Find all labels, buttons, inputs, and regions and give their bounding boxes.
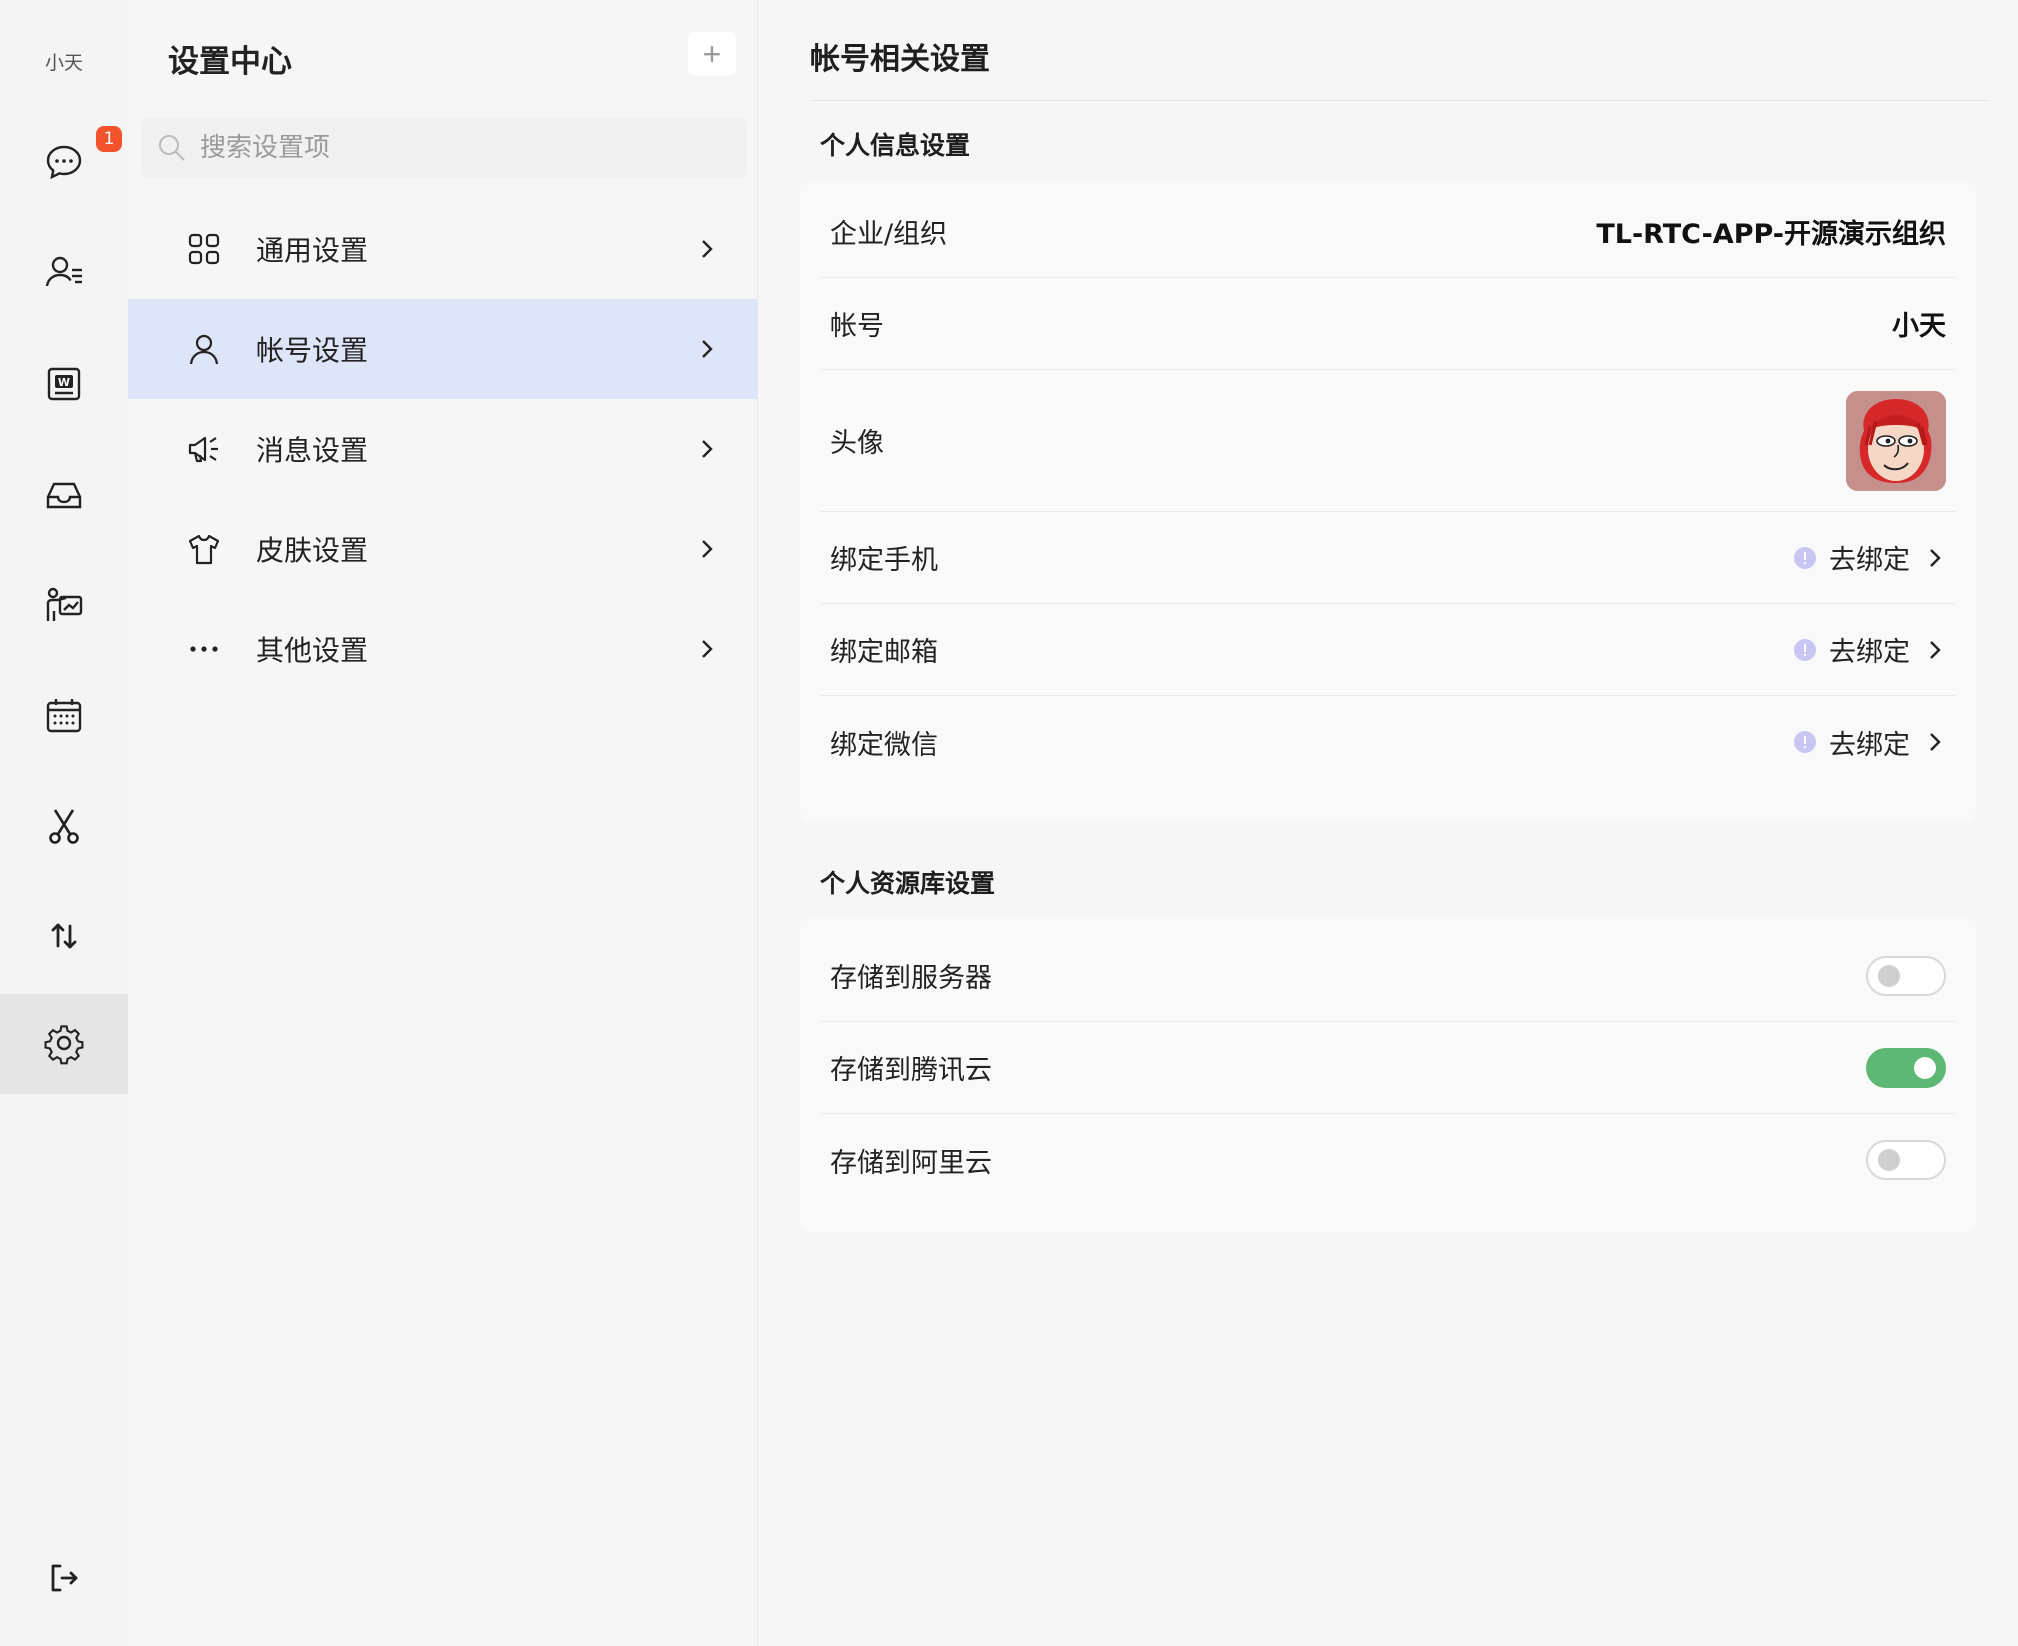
info-icon [1794, 546, 1816, 569]
rail-user-name: 小天 [44, 52, 83, 74]
bind-wechat-row: 绑定微信 去绑定 [820, 696, 1956, 788]
account-row: 帐号 小天 [820, 278, 1956, 370]
unread-badge: 1 [96, 126, 122, 152]
storage-aliyun-row: 存储到阿里云 [820, 1114, 1956, 1206]
chevron-right-icon [702, 640, 713, 658]
chevron-right-icon [1930, 640, 1941, 659]
section-title-personal: 个人信息设置 [820, 131, 971, 160]
scissors-icon [49, 809, 79, 844]
storage-aliyun-label: 存储到阿里云 [830, 1147, 992, 1179]
app-window: 小天 1 W 设置中心 + 搜索设置项 通用设置 帐号设置 消息设置 皮肤设置 … [0, 0, 2018, 1646]
avatar-row: 头像 [820, 370, 1956, 512]
search-input[interactable] [200, 133, 720, 163]
bind-wechat-label: 绑定微信 [830, 729, 938, 761]
menu-item-messages[interactable]: 消息设置 [128, 399, 758, 499]
logout-icon [51, 1564, 78, 1592]
rail-item-transfer[interactable] [0, 886, 128, 986]
page-title: 帐号相关设置 [810, 42, 990, 77]
account-settings-panel: 帐号相关设置 个人信息设置 企业/组织 TL-RTC-APP-开源演示组织 帐号… [760, 0, 2018, 1646]
storage-tencent-toggle[interactable] [1866, 1047, 1946, 1088]
settings-menu: 设置中心 + 通用设置 帐号设置 [128, 0, 758, 1646]
toggle-knob [1878, 964, 1900, 987]
transfer-icon [51, 923, 77, 949]
bind-email-button[interactable]: 去绑定 [1793, 630, 1946, 669]
menu-item-label: 其他设置 [256, 634, 369, 667]
storage-server-label: 存储到服务器 [830, 963, 992, 994]
more-dots-icon [190, 646, 218, 652]
menu-item-account[interactable]: 帐号设置 [128, 299, 758, 399]
storage-server-row: 存储到服务器 [820, 930, 1956, 1022]
gear-icon [44, 1025, 84, 1065]
section-title-storage: 个人资源库设置 [820, 869, 996, 898]
org-value: TL-RTC-APP-开源演示组织 [1596, 219, 1946, 250]
megaphone-icon [188, 436, 218, 463]
rail-item-inbox[interactable] [0, 445, 128, 545]
menu-item-label: 通用设置 [256, 234, 369, 267]
inbox-icon [46, 482, 82, 509]
account-label: 帐号 [830, 311, 884, 342]
rail-item-logout[interactable] [0, 1528, 128, 1628]
icon-rail: 小天 1 W [0, 0, 128, 1646]
bind-email-row: 绑定邮箱 去绑定 [820, 604, 1956, 696]
menu-item-general[interactable]: 通用设置 [128, 199, 758, 299]
org-label: 企业/组织 [830, 219, 948, 250]
chevron-right-icon [702, 540, 713, 558]
account-value: 小天 [1892, 311, 1946, 342]
rail-item-calendar[interactable] [0, 666, 128, 766]
rail-item-docs[interactable]: W [0, 334, 128, 434]
toggle-knob [1878, 1149, 1900, 1171]
menu-item-label: 消息设置 [256, 434, 369, 467]
divider [810, 100, 1990, 101]
user-icon [189, 334, 219, 365]
storage-tencent-row: 存储到腾讯云 [820, 1022, 1956, 1114]
settings-center-title: 设置中心 [168, 44, 292, 80]
storage-card: 存储到服务器 存储到腾讯云 存储到阿里云 [800, 918, 1976, 1232]
org-row: 企业/组织 TL-RTC-APP-开源演示组织 [820, 186, 1956, 278]
contacts-icon [45, 256, 82, 287]
rail-item-settings[interactable] [0, 994, 128, 1094]
storage-aliyun-toggle[interactable] [1866, 1140, 1946, 1180]
chat-icon [46, 145, 82, 180]
avatar-label: 头像 [830, 428, 884, 459]
add-button[interactable]: + [688, 32, 736, 76]
chevron-right-icon [1930, 548, 1941, 567]
info-icon [1794, 731, 1816, 753]
search-icon [159, 135, 185, 161]
bind-action-label: 去绑定 [1829, 729, 1910, 761]
personal-info-card: 企业/组织 TL-RTC-APP-开源演示组织 帐号 小天 头像 绑定手机 去绑… [800, 182, 1976, 822]
storage-tencent-label: 存储到腾讯云 [830, 1055, 992, 1086]
rail-item-scissors[interactable] [0, 776, 128, 876]
avatar-image [1846, 390, 1946, 491]
svg-text:W: W [58, 376, 70, 389]
storage-server-toggle[interactable] [1866, 955, 1946, 996]
bind-action-label: 去绑定 [1829, 545, 1910, 576]
bind-action-label: 去绑定 [1829, 637, 1910, 668]
presentation-icon [46, 587, 83, 621]
bind-phone-row: 绑定手机 去绑定 [820, 512, 1956, 604]
rail-item-presentation[interactable] [0, 555, 128, 655]
chevron-right-icon [702, 240, 713, 258]
info-icon [1794, 638, 1816, 661]
toggle-knob [1914, 1056, 1936, 1079]
bind-phone-label: 绑定手机 [830, 545, 938, 576]
shirt-icon [188, 534, 220, 565]
avatar[interactable] [1846, 390, 1946, 491]
bind-email-label: 绑定邮箱 [830, 637, 938, 668]
chevron-right-icon [1930, 733, 1941, 751]
chevron-right-icon [702, 340, 713, 358]
menu-item-skin[interactable]: 皮肤设置 [128, 499, 758, 599]
menu-item-other[interactable]: 其他设置 [128, 599, 758, 699]
grid-icon [188, 233, 220, 265]
menu-item-label: 皮肤设置 [256, 534, 369, 567]
settings-search [142, 118, 746, 178]
bind-wechat-button[interactable]: 去绑定 [1793, 723, 1946, 762]
menu-item-label: 帐号设置 [256, 334, 369, 367]
rail-item-contacts[interactable] [0, 222, 128, 322]
calendar-icon [46, 699, 82, 733]
chevron-right-icon [702, 440, 713, 458]
bind-phone-button[interactable]: 去绑定 [1793, 538, 1946, 577]
word-doc-icon: W [47, 367, 81, 401]
